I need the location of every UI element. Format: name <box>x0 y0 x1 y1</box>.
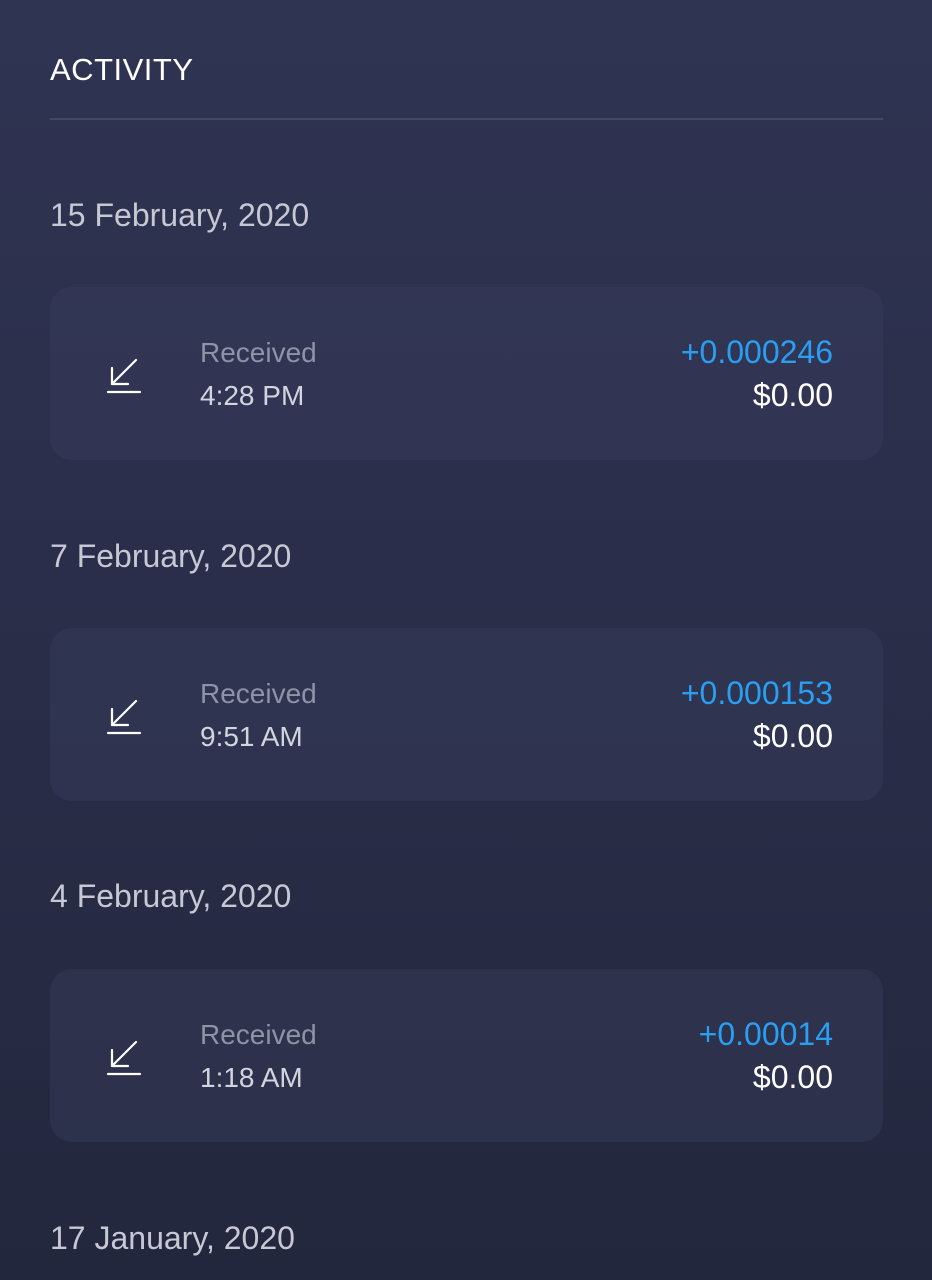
transaction-type: Received <box>200 337 317 368</box>
transaction-type: Received <box>200 678 317 709</box>
transaction-card[interactable]: Received 4:28 PM +0.000246 $0.00 <box>50 287 883 460</box>
transaction-amount: +0.00014 <box>698 1016 833 1052</box>
transaction-type: Received <box>200 1019 317 1050</box>
receive-arrow-icon <box>106 355 142 395</box>
date-heading: 17 January, 2020 <box>50 1220 295 1256</box>
transaction-amount: +0.000153 <box>680 675 833 711</box>
transaction-fiat-value: $0.00 <box>752 377 833 413</box>
date-heading: 7 February, 2020 <box>50 538 292 574</box>
activity-title: ACTIVITY <box>50 52 194 87</box>
transaction-time: 9:51 AM <box>200 721 303 752</box>
transaction-card[interactable]: Received 9:51 AM +0.000153 $0.00 <box>50 628 883 801</box>
receive-arrow-icon <box>106 696 142 736</box>
transaction-fiat-value: $0.00 <box>752 718 833 754</box>
transaction-time: 1:18 AM <box>200 1062 303 1093</box>
transaction-time: 4:28 PM <box>200 380 305 411</box>
transaction-card[interactable]: Received 1:18 AM +0.00014 $0.00 <box>50 969 883 1142</box>
receive-arrow-icon <box>106 1037 142 1077</box>
transaction-fiat-value: $0.00 <box>752 1059 833 1095</box>
transaction-amount: +0.000246 <box>680 334 833 370</box>
date-heading: 15 February, 2020 <box>50 197 310 233</box>
date-heading: 4 February, 2020 <box>50 878 292 914</box>
header-divider <box>50 118 883 120</box>
